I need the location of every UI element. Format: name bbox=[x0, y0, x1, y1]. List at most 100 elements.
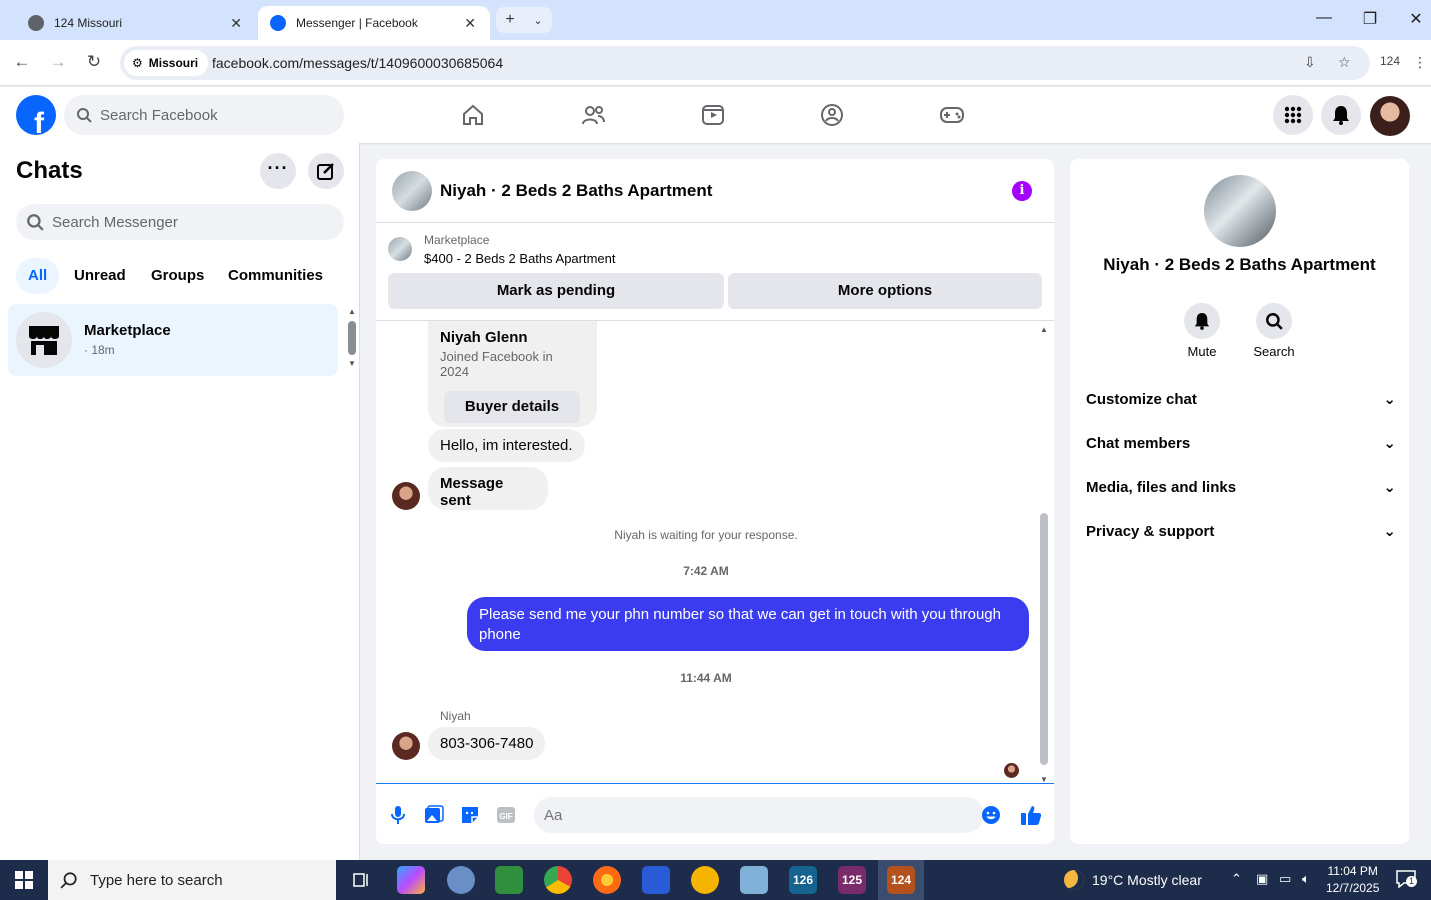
volume-icon[interactable]: 🔈︎ bbox=[1302, 871, 1310, 887]
weather-text: 19°C Mostly clear bbox=[1092, 872, 1202, 888]
read-receipt-avatar bbox=[1004, 763, 1019, 778]
facebook-logo[interactable]: f bbox=[16, 95, 56, 135]
mute-button[interactable]: Mute bbox=[1172, 303, 1232, 359]
forward-icon[interactable]: → bbox=[48, 52, 68, 72]
browser-menu-icon[interactable]: ⋮ bbox=[1413, 54, 1427, 71]
maximize-icon[interactable]: ❐ bbox=[1360, 9, 1380, 29]
taskbar-app-125[interactable]: 125 bbox=[838, 866, 866, 894]
mute-label: Mute bbox=[1187, 344, 1217, 359]
listing-title[interactable]: $400 - 2 Beds 2 Baths Apartment bbox=[424, 251, 616, 266]
facebook-search-input[interactable]: Search Facebook bbox=[64, 95, 344, 135]
vpn-shield-icon[interactable] bbox=[642, 866, 670, 894]
profile-avatar[interactable] bbox=[1370, 96, 1410, 136]
gaming-icon[interactable] bbox=[937, 101, 967, 129]
new-message-button[interactable] bbox=[308, 153, 344, 189]
minimize-icon[interactable]: — bbox=[1314, 9, 1334, 27]
photo-icon[interactable] bbox=[423, 804, 445, 826]
gif-icon[interactable]: GIF bbox=[495, 804, 517, 826]
section-media-files-links[interactable]: Media, files and links ⌄ bbox=[1086, 465, 1396, 509]
windows-start-icon[interactable] bbox=[0, 860, 48, 900]
message-bubble: Hello, im interested. bbox=[428, 429, 585, 462]
tab-search-chevron-icon[interactable]: ⌄ bbox=[533, 14, 542, 27]
tray-chevron-up-icon[interactable]: ⌃ bbox=[1231, 871, 1242, 887]
sidebar-scrollbar[interactable]: ▲ ▼ bbox=[347, 307, 357, 373]
emoji-icon[interactable] bbox=[980, 804, 1002, 826]
conversation-marketplace[interactable]: Marketplace · 18m bbox=[8, 304, 338, 376]
sender-avatar[interactable] bbox=[392, 732, 420, 760]
mark-as-pending-button[interactable]: Mark as pending bbox=[388, 273, 724, 309]
app-notepad-icon[interactable] bbox=[495, 866, 523, 894]
buyer-info-card: Niyah Glenn Joined Facebook in 2024 Buye… bbox=[428, 321, 597, 427]
chat-details-panel: Niyah · 2 Beds 2 Baths Apartment Mute Se… bbox=[1070, 159, 1409, 844]
chats-title: Chats bbox=[16, 157, 83, 184]
task-view-icon[interactable] bbox=[347, 866, 375, 894]
browser-tab-messenger[interactable]: Messenger | Facebook ✕ bbox=[258, 6, 490, 40]
reload-icon[interactable]: ↻ bbox=[84, 52, 104, 72]
conversation-time: · 18m bbox=[84, 343, 115, 357]
microphone-icon[interactable] bbox=[387, 804, 409, 826]
more-options-button[interactable]: More options bbox=[728, 273, 1042, 309]
filter-communities[interactable]: Communities bbox=[216, 258, 335, 294]
install-app-icon[interactable]: ⇩ bbox=[1304, 54, 1316, 71]
section-privacy-support[interactable]: Privacy & support ⌄ bbox=[1086, 509, 1396, 553]
section-chat-members[interactable]: Chat members ⌄ bbox=[1086, 421, 1396, 465]
sender-label: Niyah bbox=[440, 709, 471, 723]
profile-badge[interactable]: 124 bbox=[1380, 54, 1400, 68]
url-text[interactable]: facebook.com/messages/t/1409600030685064 bbox=[212, 55, 503, 71]
browser-tab-missouri[interactable]: 124 Missouri ✕ bbox=[16, 6, 256, 40]
search-placeholder: Type here to search bbox=[90, 871, 223, 889]
back-icon[interactable]: ← bbox=[12, 52, 32, 72]
filter-unread[interactable]: Unread bbox=[62, 258, 138, 294]
copilot-icon[interactable] bbox=[397, 866, 425, 894]
filter-all[interactable]: All bbox=[16, 258, 60, 294]
chrome-icon[interactable] bbox=[544, 866, 572, 894]
browser-tab-strip: 124 Missouri ✕ Messenger | Facebook ✕ + … bbox=[0, 0, 1431, 40]
details-avatar[interactable] bbox=[1204, 175, 1276, 247]
chat-options-button[interactable]: ··· bbox=[260, 153, 296, 189]
meet-now-icon[interactable]: ▣ bbox=[1256, 871, 1268, 887]
firefox-icon[interactable] bbox=[593, 866, 621, 894]
filter-groups[interactable]: Groups bbox=[139, 258, 216, 294]
conversation-header: Niyah · 2 Beds 2 Baths Apartment i bbox=[376, 159, 1054, 223]
menu-grid-icon[interactable] bbox=[1273, 95, 1313, 135]
new-tab-icon[interactable]: + bbox=[505, 11, 514, 29]
app-x-icon[interactable] bbox=[691, 866, 719, 894]
conversation-avatar[interactable] bbox=[392, 171, 432, 211]
taskbar-app-124[interactable]: 124 bbox=[887, 866, 915, 894]
sender-avatar[interactable] bbox=[392, 482, 420, 510]
friends-icon[interactable] bbox=[578, 101, 608, 129]
groups-icon[interactable] bbox=[817, 101, 847, 129]
window-close-icon[interactable]: ✕ bbox=[1406, 9, 1426, 29]
taskbar-search-input[interactable]: Type here to search bbox=[48, 860, 336, 900]
thumbs-up-icon[interactable] bbox=[1020, 804, 1042, 826]
network-icon[interactable]: ▭ bbox=[1279, 871, 1291, 887]
taskbar-app-126[interactable]: 126 bbox=[789, 866, 817, 894]
close-tab-icon[interactable]: ✕ bbox=[464, 15, 476, 32]
app-files-icon[interactable] bbox=[740, 866, 768, 894]
sticker-icon[interactable] bbox=[459, 804, 481, 826]
messenger-search-input[interactable]: Search Messenger bbox=[16, 204, 344, 240]
bookmark-star-icon[interactable]: ☆ bbox=[1338, 54, 1351, 71]
notification-center-icon[interactable]: 1 bbox=[1396, 870, 1418, 890]
timestamp: 7:42 AM bbox=[683, 564, 729, 578]
app-bird-icon[interactable] bbox=[447, 866, 475, 894]
close-tab-icon[interactable]: ✕ bbox=[230, 15, 242, 32]
weather-widget[interactable]: 19°C Mostly clear bbox=[1064, 870, 1202, 890]
buyer-details-button[interactable]: Buyer details bbox=[444, 391, 580, 423]
listing-thumbnail[interactable] bbox=[388, 237, 412, 261]
site-info-chip[interactable]: ⚙ Missouri bbox=[124, 50, 209, 76]
address-bar[interactable]: ⚙ Missouri facebook.com/messages/t/14096… bbox=[120, 46, 1370, 80]
notifications-bell-icon[interactable] bbox=[1321, 95, 1361, 135]
chevron-down-icon: ⌄ bbox=[1383, 435, 1396, 452]
thread-scrollbar-thumb[interactable] bbox=[1040, 513, 1048, 765]
conversation-title[interactable]: Niyah · 2 Beds 2 Baths Apartment bbox=[440, 181, 712, 201]
search-conversation-button[interactable]: Search bbox=[1244, 303, 1304, 359]
message-input[interactable] bbox=[534, 797, 984, 833]
section-customize-chat[interactable]: Customize chat ⌄ bbox=[1086, 377, 1396, 421]
search-icon bbox=[1266, 313, 1283, 330]
info-icon[interactable]: i bbox=[1012, 181, 1032, 201]
video-icon[interactable] bbox=[698, 101, 728, 129]
message-thread: Niyah Glenn Joined Facebook in 2024 Buye… bbox=[376, 321, 1054, 784]
home-icon[interactable] bbox=[458, 101, 488, 129]
clock[interactable]: 11:04 PM 12/7/2025 bbox=[1326, 863, 1379, 897]
